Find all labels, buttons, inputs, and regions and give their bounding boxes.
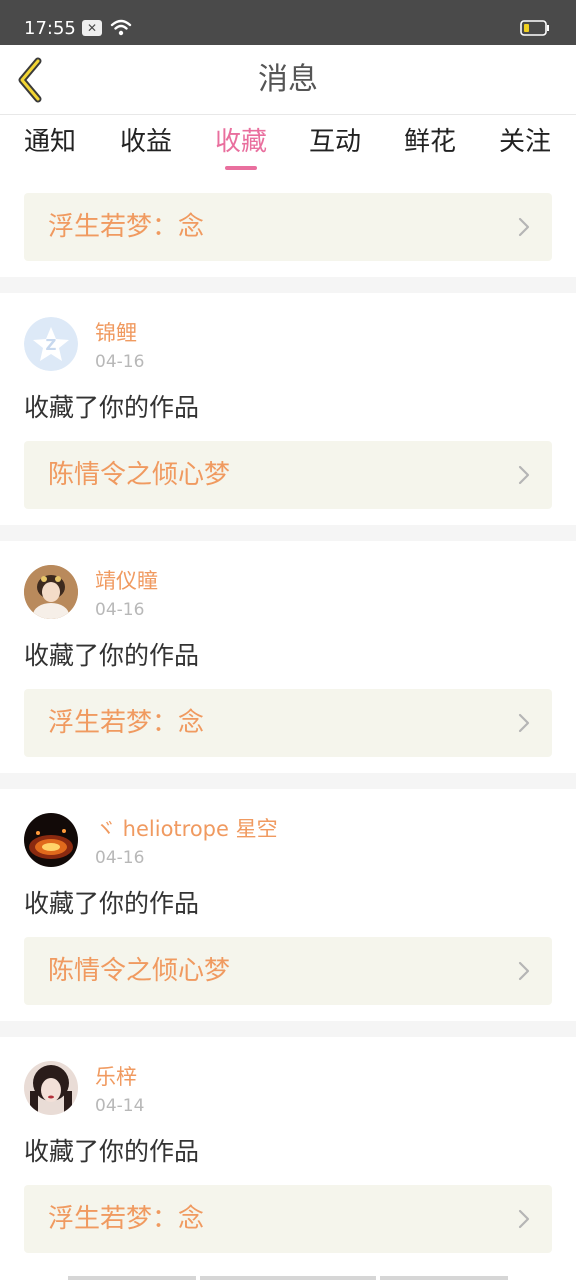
header: 消息 <box>0 45 576 115</box>
status-time: 17:55 <box>24 18 76 39</box>
divider <box>380 1276 508 1280</box>
bottom-scroll-edge <box>0 1270 576 1280</box>
message-date: 04-16 <box>95 352 145 372</box>
tab-label: 鲜花 <box>403 127 456 157</box>
message-date: 04-14 <box>95 1096 145 1116</box>
separator <box>0 1021 576 1037</box>
tab-label: 收益 <box>119 127 172 157</box>
tab-interactions[interactable]: 互动 <box>297 124 373 172</box>
work-link-card[interactable]: 浮生若梦：念 <box>24 689 552 757</box>
work-title: 陈情令之倾心梦 <box>48 956 231 986</box>
user-photo-icon <box>24 1061 78 1115</box>
user-photo-icon <box>24 813 78 867</box>
avatar[interactable] <box>24 1061 78 1115</box>
wifi-icon <box>110 19 132 36</box>
message-item: Z 锦鲤 04-16 收藏了你的作品 陈情令之倾心梦 <box>0 293 576 525</box>
user-name[interactable]: ヾ heliotrope 星空 <box>95 815 278 843</box>
chevron-right-icon <box>518 217 530 237</box>
tab-label: 互动 <box>308 127 361 157</box>
message-text: 收藏了你的作品 <box>24 1137 200 1166</box>
message-text: 收藏了你的作品 <box>24 393 200 422</box>
tab-bar: 通知 收益 收藏 互动 鲜花 关注 <box>0 116 576 180</box>
active-tab-indicator <box>225 166 257 170</box>
work-link-card[interactable]: 陈情令之倾心梦 <box>24 937 552 1005</box>
message-item: 靖仪瞳 04-16 收藏了你的作品 浮生若梦：念 <box>0 541 576 773</box>
tab-flowers[interactable]: 鲜花 <box>392 124 468 172</box>
tab-following[interactable]: 关注 <box>487 124 563 172</box>
chevron-right-icon <box>518 1209 530 1229</box>
work-title: 浮生若梦：念 <box>48 212 205 242</box>
page-title: 消息 <box>258 62 318 97</box>
message-text: 收藏了你的作品 <box>24 641 200 670</box>
work-title: 浮生若梦：念 <box>48 1204 205 1234</box>
work-link-card[interactable]: 浮生若梦：念 <box>24 193 552 261</box>
separator <box>0 277 576 293</box>
message-date: 04-16 <box>95 600 145 620</box>
work-link-card[interactable]: 浮生若梦：念 <box>24 1185 552 1253</box>
default-avatar-icon: Z <box>24 317 78 371</box>
user-photo-icon <box>24 565 78 619</box>
user-name[interactable]: 乐梓 <box>95 1063 137 1091</box>
tab-notifications[interactable]: 通知 <box>12 124 88 172</box>
avatar[interactable]: Z <box>24 317 78 371</box>
message-text: 收藏了你的作品 <box>24 889 200 918</box>
work-link-card[interactable]: 陈情令之倾心梦 <box>24 441 552 509</box>
status-bar: 17:55 ✕ <box>0 0 576 45</box>
message-date: 04-16 <box>95 848 145 868</box>
tab-favorites[interactable]: 收藏 <box>203 124 279 172</box>
tab-label: 收藏 <box>214 127 267 157</box>
tab-label: 通知 <box>23 127 76 157</box>
avatar[interactable] <box>24 813 78 867</box>
avatar[interactable] <box>24 565 78 619</box>
divider <box>200 1276 376 1280</box>
chevron-right-icon <box>518 713 530 733</box>
divider <box>68 1276 196 1280</box>
message-item: ヾ heliotrope 星空 04-16 收藏了你的作品 陈情令之倾心梦 <box>0 789 576 1021</box>
tab-earnings[interactable]: 收益 <box>108 124 184 172</box>
svg-text:Z: Z <box>46 336 57 354</box>
message-item: 乐梓 04-14 收藏了你的作品 浮生若梦：念 <box>0 1037 576 1269</box>
battery-icon <box>520 20 549 36</box>
chevron-right-icon <box>518 465 530 485</box>
user-name[interactable]: 锦鲤 <box>95 319 137 347</box>
work-title: 浮生若梦：念 <box>48 708 205 738</box>
chevron-right-icon <box>518 961 530 981</box>
separator <box>0 525 576 541</box>
notification-icon: ✕ <box>82 20 102 36</box>
tab-label: 关注 <box>498 127 551 157</box>
separator <box>0 773 576 789</box>
work-title: 陈情令之倾心梦 <box>48 460 231 490</box>
user-name[interactable]: 靖仪瞳 <box>95 567 158 595</box>
